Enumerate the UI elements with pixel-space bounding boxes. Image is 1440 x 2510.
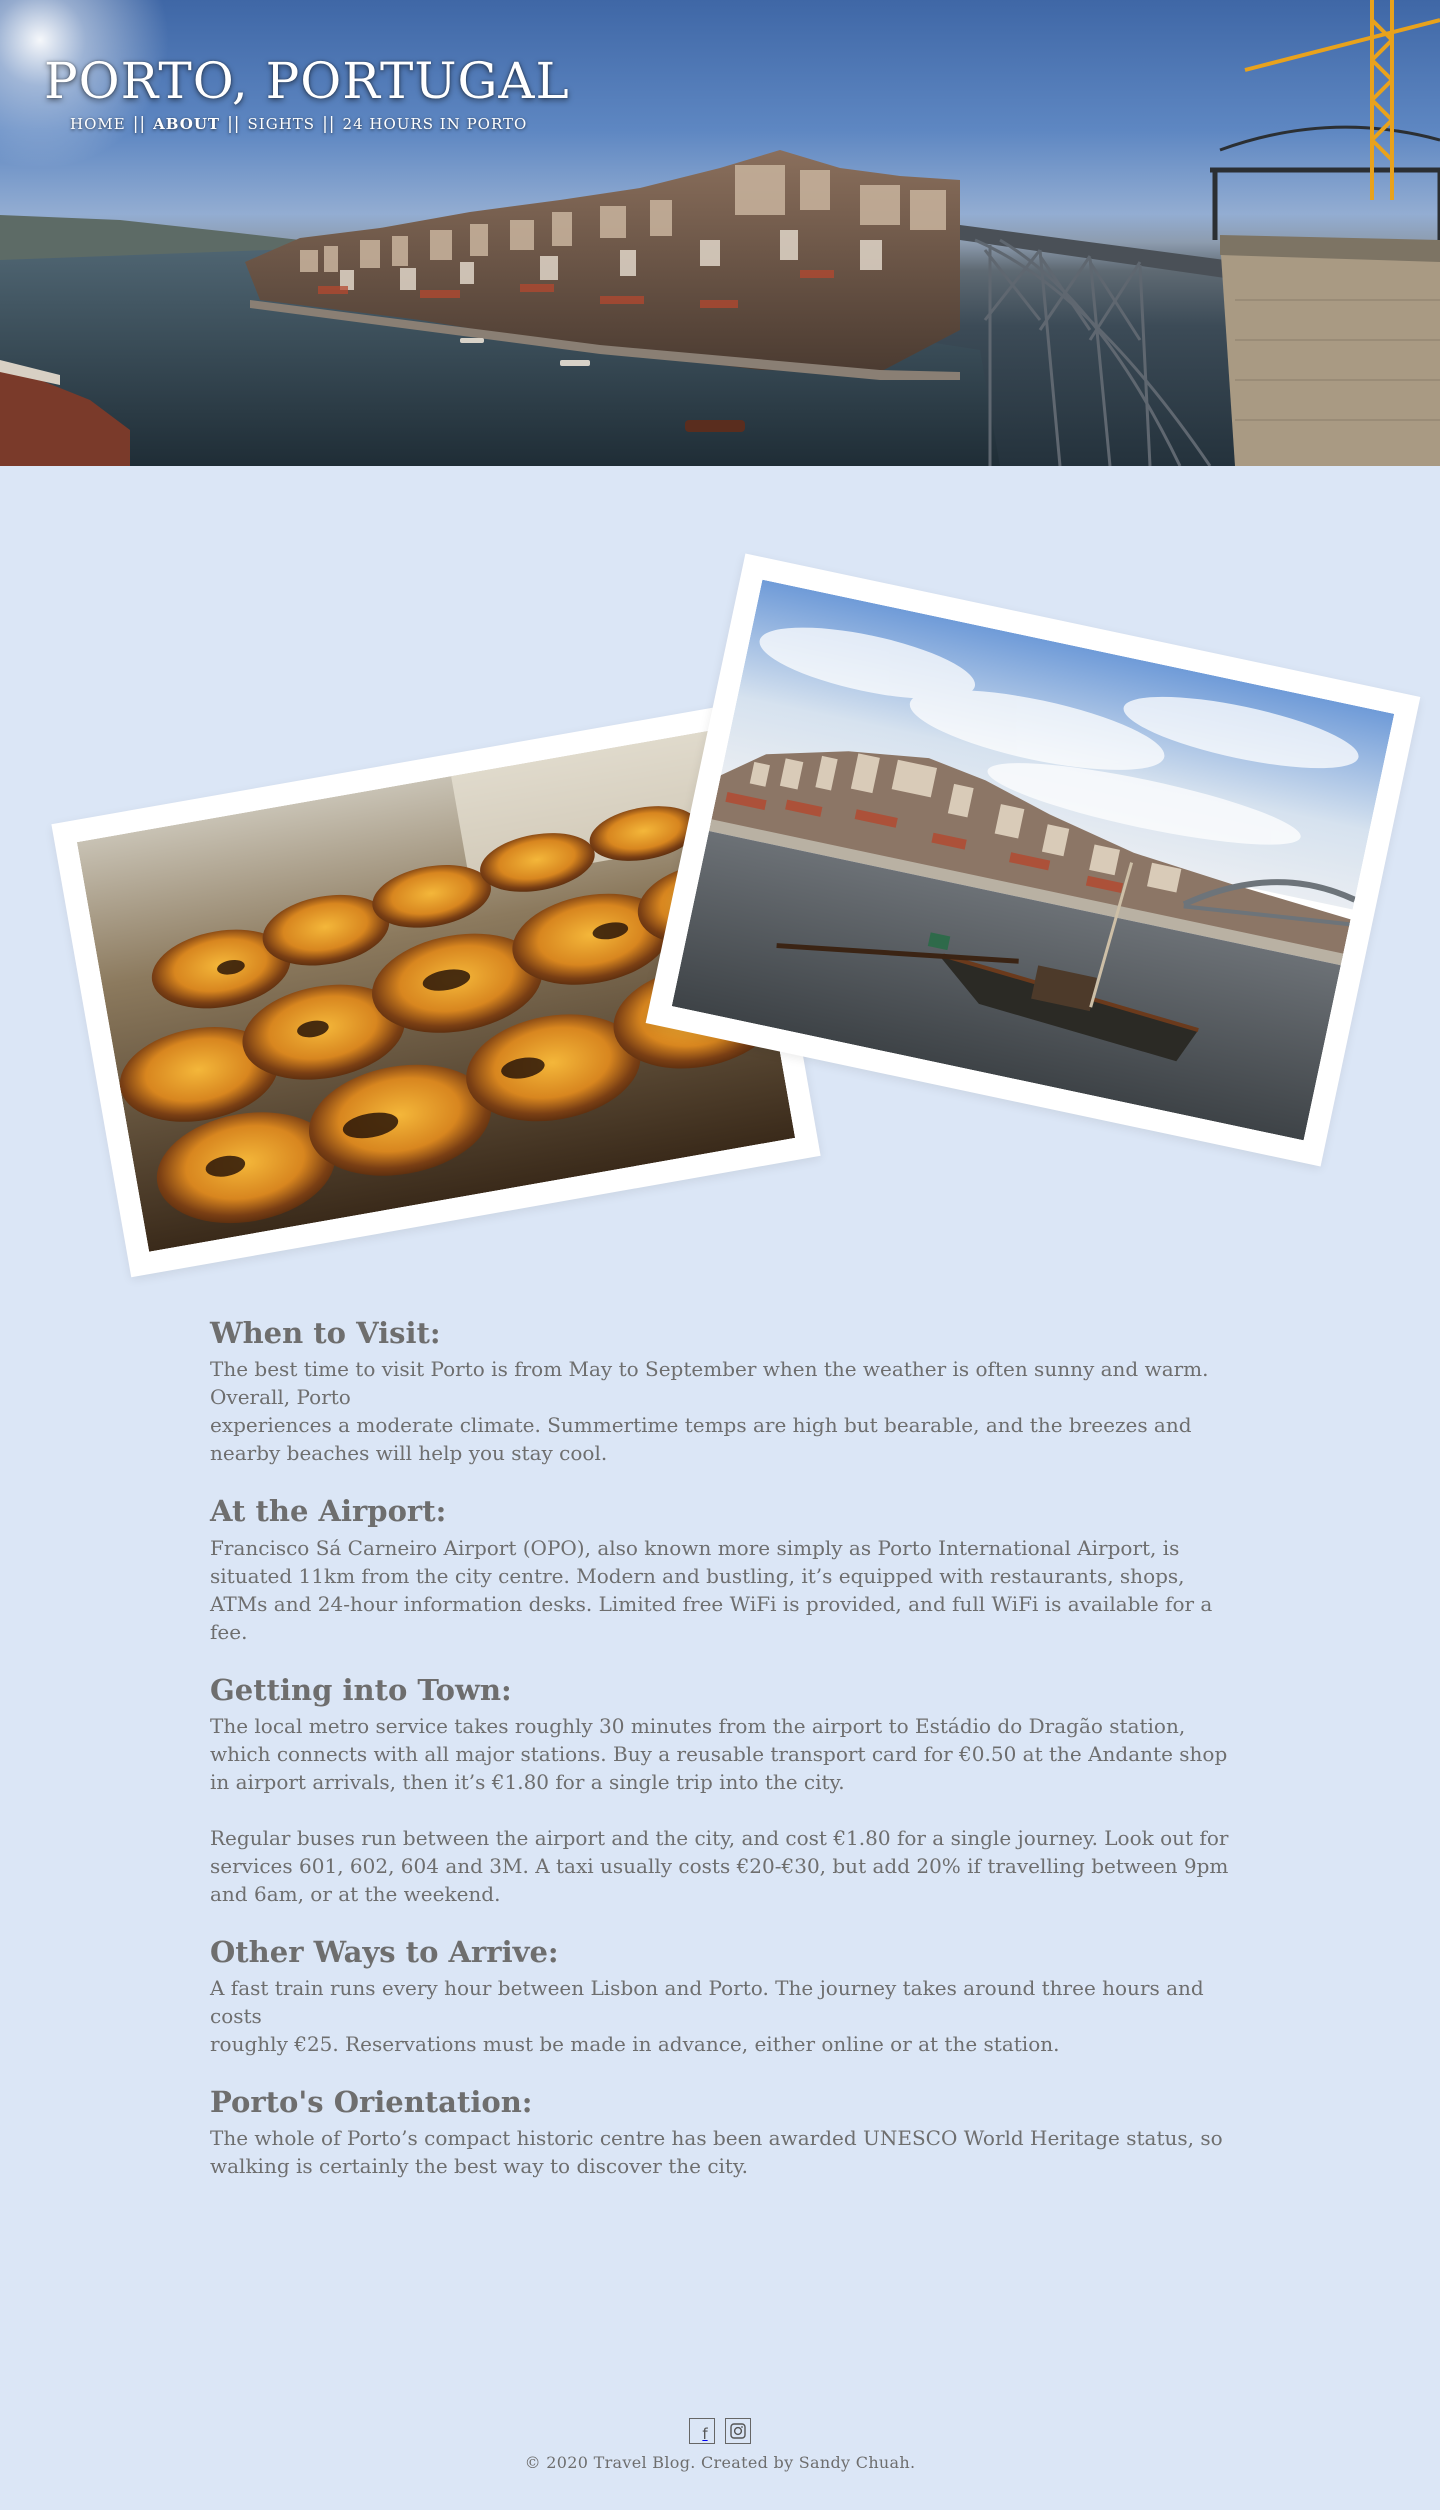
social-links: f xyxy=(0,2418,1440,2444)
paragraph: The whole of Porto’s compact historic ce… xyxy=(210,2126,1223,2179)
section-at-the-airport: At the Airport: Francisco Sá Carneiro Ai… xyxy=(210,1493,1230,1645)
paragraph-line: The best time to visit Porto is from May… xyxy=(210,1357,1209,1410)
section-heading: Getting into Town: xyxy=(210,1672,512,1707)
nav-item-24-hours[interactable]: 24 HOURS IN PORTO xyxy=(339,115,532,133)
section-other-ways-to-arrive: Other Ways to Arrive: A fast train runs … xyxy=(210,1934,1230,2058)
copyright-text: © 2020 Travel Blog. Created by Sandy Chu… xyxy=(524,2453,916,2472)
section-heading: Other Ways to Arrive: xyxy=(210,1934,559,1969)
main-nav: HOME || ABOUT || SIGHTS || 24 HOURS IN P… xyxy=(66,114,531,134)
section-heading: Porto's Orientation: xyxy=(210,2085,533,2119)
section-when-to-visit: When to Visit: The best time to visit Po… xyxy=(210,1315,1230,1467)
section-getting-into-town: Getting into Town: The local metro servi… xyxy=(210,1672,1230,1908)
facebook-icon: f xyxy=(702,2425,708,2443)
hero-banner: PORTO, PORTUGAL HOME || ABOUT || SIGHTS … xyxy=(0,0,1440,466)
nav-item-home[interactable]: HOME xyxy=(66,115,130,133)
nav-separator: || xyxy=(132,114,147,134)
nav-item-sights[interactable]: SIGHTS xyxy=(244,115,320,133)
section-porto-orientation: Porto's Orientation: The whole of Porto’… xyxy=(210,2084,1230,2180)
nav-separator: || xyxy=(322,114,336,134)
section-heading: When to Visit: xyxy=(210,1316,441,1350)
paragraph: The local metro service takes roughly 30… xyxy=(210,1713,1228,1794)
instagram-link[interactable] xyxy=(725,2418,751,2444)
paragraph: Francisco Sá Carneiro Airport (OPO), als… xyxy=(210,1535,1213,1644)
paragraph-line: A fast train runs every hour between Lis… xyxy=(210,1976,1204,2028)
section-body: The best time to visit Porto is from May… xyxy=(210,1355,1230,1467)
nav-item-about[interactable]: ABOUT xyxy=(149,115,224,133)
section-heading: At the Airport: xyxy=(210,1494,447,1529)
section-body: A fast train runs every hour between Lis… xyxy=(210,1974,1230,2058)
paragraph-line: roughly €25. Reservations must be made i… xyxy=(210,2032,1060,2056)
article-content: When to Visit: The best time to visit Po… xyxy=(210,1315,1230,2206)
paragraph-line: experiences a moderate climate. Summerti… xyxy=(210,1413,1192,1466)
facebook-link[interactable]: f xyxy=(689,2418,715,2444)
instagram-icon xyxy=(730,2423,746,2439)
nav-separator: || xyxy=(227,114,241,134)
paragraph: Regular buses run between the airport an… xyxy=(210,1825,1229,1906)
site-title[interactable]: PORTO, PORTUGAL xyxy=(44,52,570,110)
footer: f © 2020 Travel Blog. Created by Sandy C… xyxy=(0,2418,1440,2472)
